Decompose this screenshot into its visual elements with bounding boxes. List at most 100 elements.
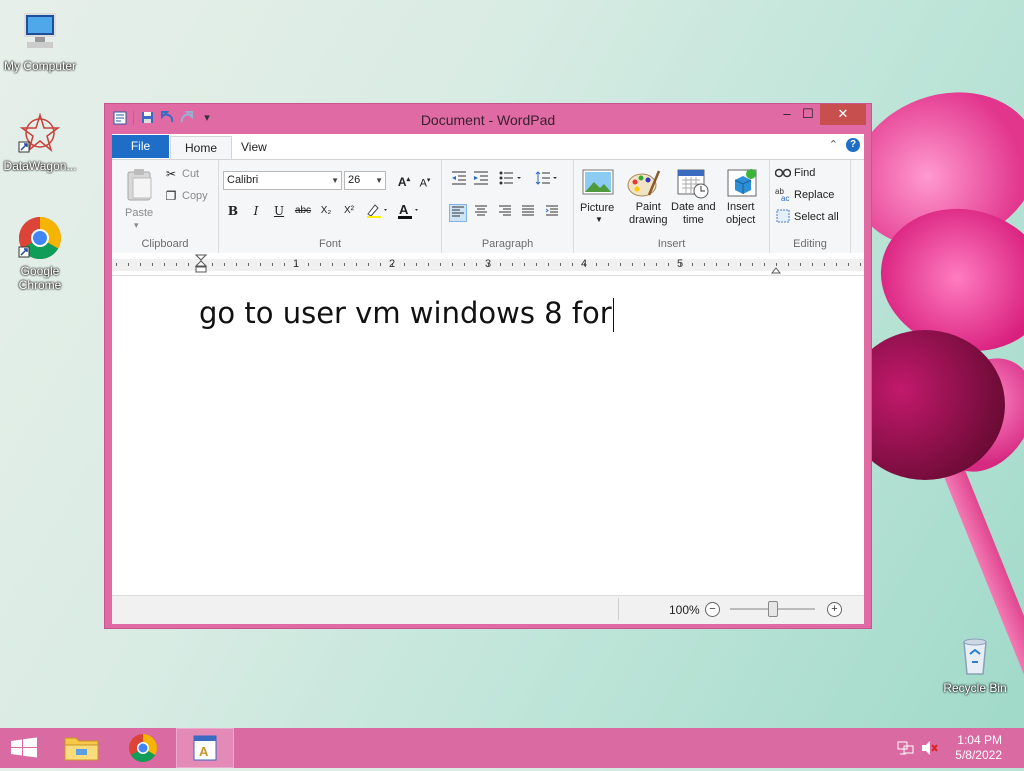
desktop-icon-google-chrome[interactable]: Google Chrome	[0, 215, 80, 292]
insert-object-icon[interactable]	[727, 166, 759, 198]
window-title: Document - WordPad	[420, 112, 556, 128]
copy-button[interactable]: Copy	[182, 190, 208, 202]
ruler-tick	[308, 263, 309, 266]
desktop-icon-my-computer[interactable]: My Computer	[0, 10, 80, 73]
paste-icon[interactable]	[124, 168, 156, 201]
ruler-tick	[716, 263, 717, 266]
insert-object-button-label[interactable]: Insert object	[726, 201, 755, 227]
underline-button[interactable]: U	[270, 202, 288, 220]
computer-icon	[17, 10, 63, 56]
cut-button[interactable]: Cut	[182, 168, 199, 180]
network-icon[interactable]	[897, 740, 915, 759]
volume-muted-icon[interactable]	[921, 740, 939, 759]
find-button[interactable]: Find	[794, 167, 815, 179]
document-text-content: go to user vm windows 8 for	[199, 296, 612, 330]
status-bar: 100% − +	[112, 595, 864, 624]
align-center-button[interactable]	[472, 204, 490, 222]
ruler-tick	[692, 263, 693, 266]
ruler-tick	[704, 263, 705, 266]
paint-drawing-button-label[interactable]: Paint drawing	[629, 201, 668, 227]
tab-view[interactable]: View	[227, 136, 281, 159]
date-time-label-line2: time	[682, 214, 704, 226]
date-time-icon[interactable]	[677, 167, 709, 199]
ruler-tick	[320, 263, 321, 266]
ruler-number: 5	[677, 258, 684, 270]
zoom-in-button[interactable]: +	[827, 602, 842, 617]
italic-button[interactable]: I	[247, 202, 265, 220]
ruler-tick	[476, 263, 477, 266]
ruler-tick	[656, 263, 657, 266]
picture-icon[interactable]	[582, 168, 614, 200]
bold-button[interactable]: B	[224, 202, 242, 220]
ruler-tick	[644, 263, 645, 266]
ruler-tick	[416, 263, 417, 266]
ribbon-tabs: File Home View ⌃ ?	[112, 134, 864, 160]
select-all-icon	[774, 209, 792, 227]
font-color-button[interactable]: A	[396, 202, 424, 220]
ruler-tick	[152, 263, 153, 266]
font-family-select[interactable]: Calibri ▼	[223, 171, 342, 190]
taskbar: A 1:04 PM 5/8/2022	[0, 728, 1024, 768]
highlight-color-button[interactable]	[364, 202, 392, 220]
taskbar-chrome[interactable]	[115, 728, 171, 768]
justify-button[interactable]	[519, 204, 537, 222]
strikethrough-button[interactable]: abc	[292, 202, 314, 220]
document-area[interactable]: go to user vm windows 8 for	[112, 276, 864, 594]
ruler-tick	[344, 263, 345, 266]
ruler-tick	[560, 263, 561, 266]
taskbar-clock[interactable]: 1:04 PM 5/8/2022	[955, 733, 1002, 763]
title-bar[interactable]: ▾ Document - WordPad – ☐ ✕	[105, 104, 871, 134]
help-icon[interactable]: ?	[846, 138, 860, 152]
close-button[interactable]: ✕	[820, 104, 866, 125]
bullets-icon[interactable]	[498, 171, 526, 189]
align-left-button[interactable]	[449, 204, 467, 222]
line-spacing-icon[interactable]	[534, 171, 562, 189]
replace-button[interactable]: Replace	[794, 189, 834, 201]
date-time-button-label[interactable]: Date and time	[671, 201, 716, 227]
start-button[interactable]	[0, 728, 48, 768]
desktop-icon-datawagon[interactable]: DataWagon...	[0, 110, 80, 173]
collapse-ribbon-icon[interactable]: ⌃	[829, 138, 838, 151]
taskbar-file-explorer[interactable]	[54, 728, 110, 768]
maximize-button[interactable]: ☐	[795, 104, 821, 125]
superscript-button[interactable]: X²	[340, 202, 358, 220]
paste-button-label[interactable]: Paste	[125, 207, 153, 219]
group-label-clipboard: Clipboard	[141, 238, 189, 250]
tab-home[interactable]: Home	[170, 136, 233, 160]
right-indent-marker-icon[interactable]	[770, 263, 782, 277]
ruler-tick	[524, 263, 525, 266]
ruler-tick	[536, 263, 537, 266]
document-text[interactable]: go to user vm windows 8 for	[199, 296, 614, 332]
paragraph-settings-icon[interactable]	[543, 204, 561, 222]
align-right-button[interactable]	[496, 204, 514, 222]
shrink-font-icon[interactable]: A▾	[416, 172, 434, 190]
ruler-tick	[596, 263, 597, 266]
group-font: Calibri ▼ 26 ▼ A▴ A▾ B I U abc X₂ X² A F…	[219, 160, 442, 253]
ruler[interactable]: 1 2 3 4 5	[112, 253, 864, 276]
font-family-value: Calibri	[227, 174, 259, 186]
ruler-tick	[368, 263, 369, 266]
ruler-tick	[812, 263, 813, 266]
ruler-tick	[380, 263, 381, 266]
subscript-button[interactable]: X₂	[317, 202, 335, 220]
decrease-indent-icon[interactable]	[450, 171, 468, 189]
zoom-slider-thumb[interactable]	[768, 601, 778, 617]
font-size-select[interactable]: 26 ▼	[344, 171, 386, 190]
insert-object-label-line1: Insert	[726, 201, 755, 213]
tab-file[interactable]: File	[112, 135, 169, 158]
ruler-tick	[620, 263, 621, 266]
select-all-button[interactable]: Select all	[794, 211, 839, 223]
picture-button-label[interactable]: Picture	[580, 202, 614, 214]
desktop-icon-recycle-bin[interactable]: Recycle Bin	[935, 632, 1015, 695]
grow-font-icon[interactable]: A▴	[395, 171, 413, 189]
group-insert: Picture ▼ Paint drawing Date and time In…	[574, 160, 770, 253]
picture-dropdown-icon[interactable]: ▼	[595, 215, 603, 224]
ruler-number: 4	[581, 258, 588, 270]
paint-drawing-icon[interactable]	[627, 167, 661, 199]
group-clipboard: Paste ▾ ✂ Cut ❐ Copy Clipboard	[112, 160, 219, 253]
increase-indent-icon[interactable]	[472, 171, 490, 189]
indent-marker-icon[interactable]	[194, 253, 208, 278]
taskbar-wordpad[interactable]: A	[176, 728, 234, 768]
zoom-out-button[interactable]: −	[705, 602, 720, 617]
paste-dropdown-icon[interactable]: ▾	[134, 220, 139, 231]
